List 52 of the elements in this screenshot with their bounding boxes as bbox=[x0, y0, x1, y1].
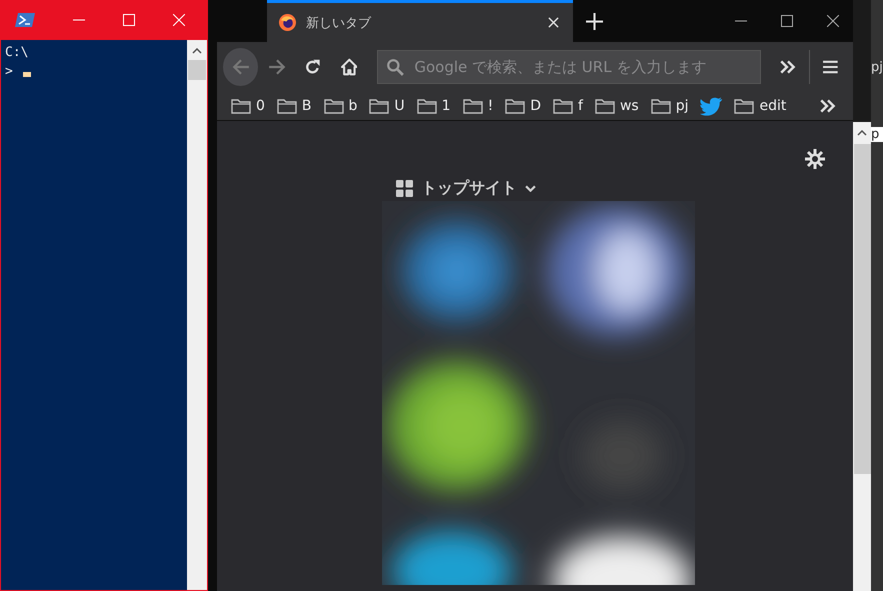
scroll-up-icon[interactable] bbox=[192, 48, 202, 54]
cursor bbox=[22, 72, 31, 77]
bookmark-folder[interactable]: b bbox=[324, 98, 358, 114]
scroll-thumb[interactable] bbox=[188, 60, 206, 80]
folder-icon bbox=[734, 98, 754, 114]
terminal-icon bbox=[15, 13, 35, 27]
bookmark-folder[interactable]: ! bbox=[462, 98, 494, 114]
console-text: > bbox=[5, 63, 13, 81]
folder-icon bbox=[369, 98, 390, 114]
console-text: C:\ bbox=[5, 44, 28, 62]
new-tab-icon[interactable] bbox=[586, 12, 603, 30]
folder-icon bbox=[505, 98, 526, 114]
overflow-icon[interactable] bbox=[779, 58, 798, 76]
settings-icon[interactable] bbox=[805, 149, 825, 169]
folder-icon bbox=[416, 98, 437, 114]
folder-icon bbox=[276, 98, 297, 114]
overflow-icon[interactable] bbox=[819, 97, 837, 115]
folder-icon bbox=[553, 98, 573, 114]
bird-icon[interactable] bbox=[700, 96, 722, 116]
maximize-icon[interactable] bbox=[781, 15, 793, 27]
bookmark-folder[interactable]: D bbox=[505, 98, 541, 114]
bookmark-folder[interactable]: ws bbox=[594, 98, 639, 114]
folder-icon bbox=[650, 98, 671, 114]
bookmark-folder[interactable]: edit bbox=[734, 98, 786, 114]
globe-icon bbox=[279, 14, 296, 31]
bookmark-folder[interactable]: U bbox=[369, 98, 405, 114]
search-icon bbox=[386, 58, 404, 76]
bookmark-folder[interactable]: pj bbox=[650, 98, 688, 114]
bookmark-folder[interactable]: 1 bbox=[416, 98, 451, 114]
bookmark-folder[interactable]: B bbox=[276, 98, 312, 114]
bookmark-folder[interactable]: f bbox=[553, 98, 583, 114]
folder-icon bbox=[462, 98, 483, 114]
folder-icon bbox=[594, 98, 615, 114]
section-header[interactable]: トップサイト bbox=[382, 169, 853, 201]
scroll-thumb[interactable] bbox=[854, 144, 870, 474]
folder-icon bbox=[324, 98, 344, 114]
home-icon[interactable] bbox=[340, 58, 358, 76]
menu-icon[interactable] bbox=[822, 58, 839, 76]
forward-arrow-icon bbox=[268, 58, 286, 76]
browser-tab[interactable]: 新しいタブ bbox=[267, 0, 573, 42]
address-bar[interactable]: Google で検索、または URL を入力します bbox=[377, 50, 762, 84]
window-text: pj bbox=[871, 60, 883, 75]
folder-icon bbox=[231, 98, 251, 114]
reload-icon[interactable] bbox=[304, 58, 321, 76]
grid-icon bbox=[396, 180, 413, 196]
bookmark-folder[interactable]: 0 bbox=[231, 98, 265, 114]
caret-icon bbox=[525, 184, 536, 192]
scroll-up-icon[interactable] bbox=[857, 130, 867, 136]
window-text: p bbox=[871, 127, 883, 142]
close-icon[interactable] bbox=[827, 15, 839, 27]
scrollbar[interactable] bbox=[187, 40, 207, 590]
back-arrow-icon bbox=[232, 58, 250, 76]
